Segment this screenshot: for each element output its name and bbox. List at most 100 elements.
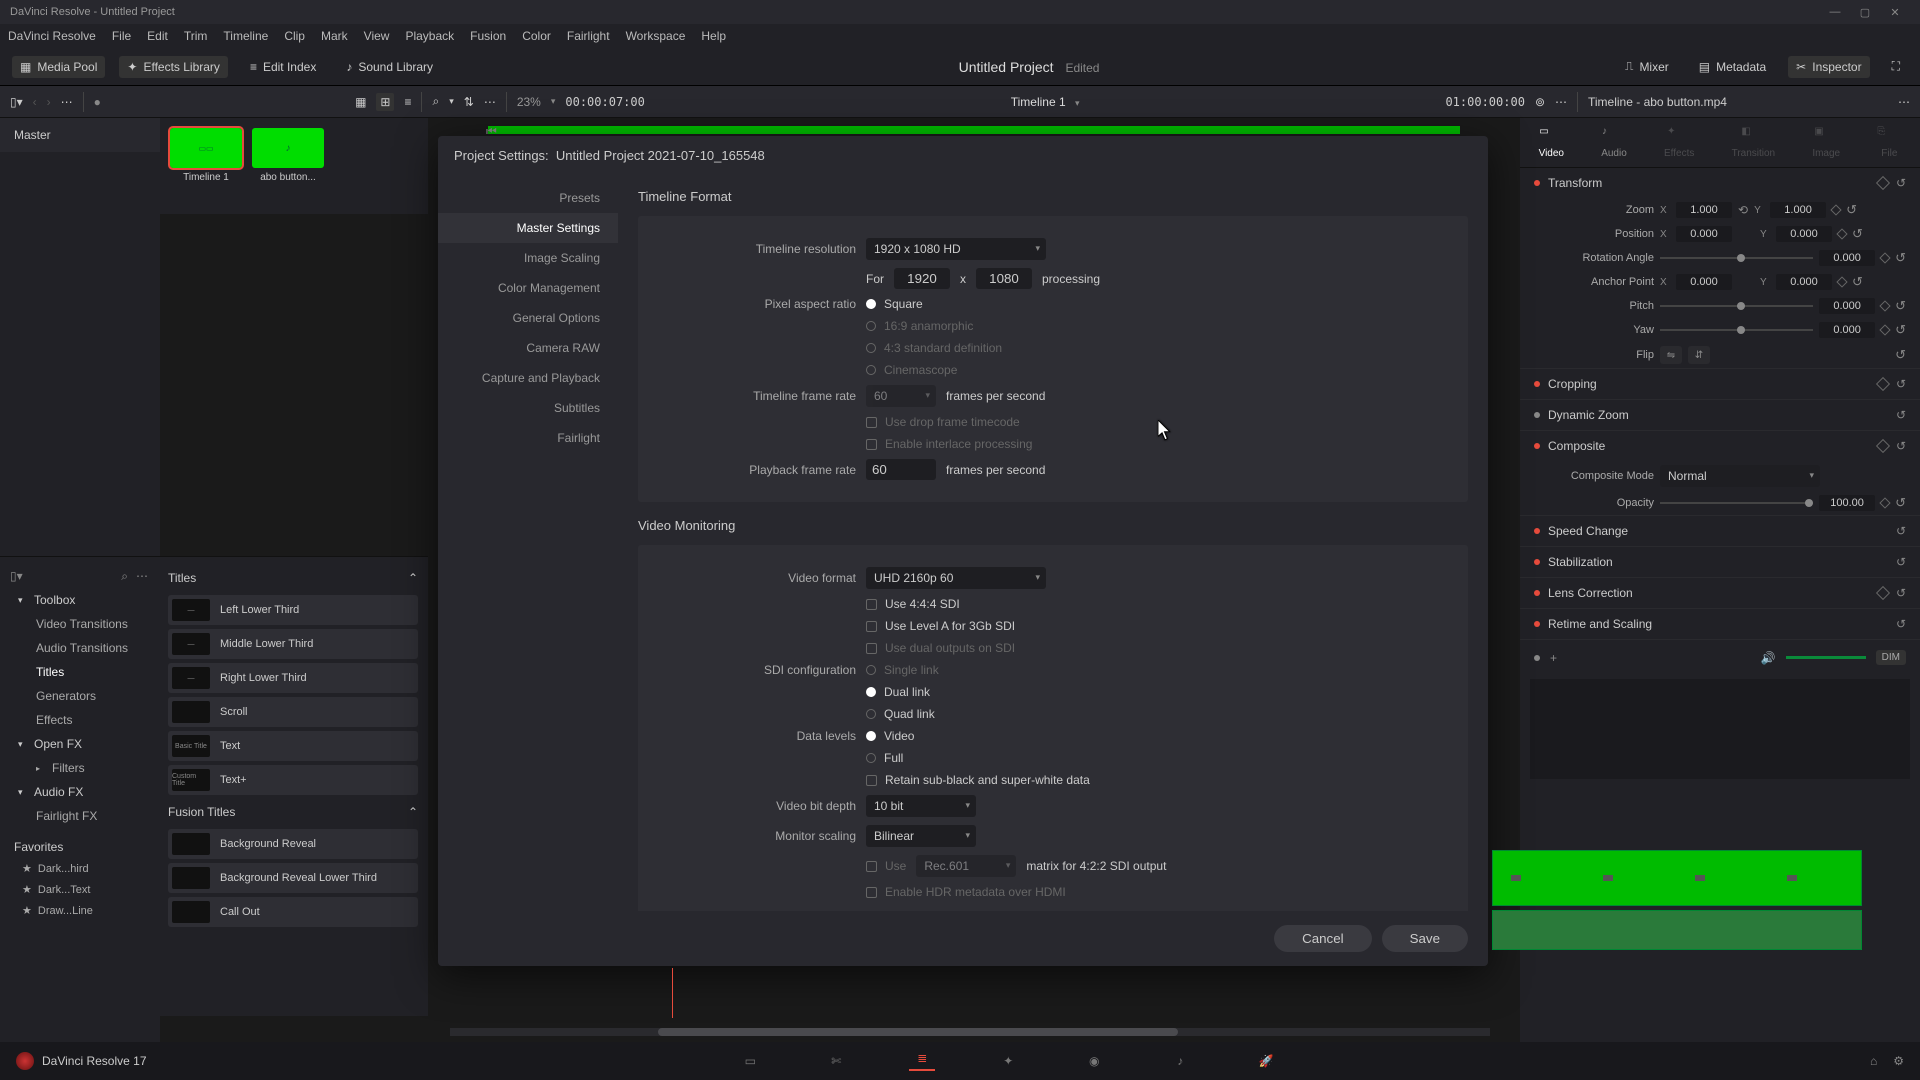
grid-view-icon[interactable]: ⊞ <box>376 93 394 111</box>
reset-icon[interactable]: ↺ <box>1896 439 1906 453</box>
rotation-field[interactable]: 0.000 <box>1819 250 1875 266</box>
reset-icon[interactable]: ↺ <box>1852 274 1863 290</box>
overflow4-icon[interactable]: ⋯ <box>1898 95 1910 109</box>
pitch-slider[interactable] <box>1660 305 1813 307</box>
keyframe-icon[interactable] <box>1876 176 1890 190</box>
keyframe-icon[interactable] <box>1876 377 1890 391</box>
yaw-slider[interactable] <box>1660 329 1813 331</box>
retain-subblack-check[interactable]: Retain sub-black and super-white data <box>866 773 1090 787</box>
reset-icon[interactable]: ↺ <box>1895 298 1906 314</box>
playback-fps-input[interactable] <box>866 459 936 480</box>
flip-v-button[interactable]: ⇵ <box>1688 346 1710 364</box>
nav-image-scaling[interactable]: Image Scaling <box>438 243 618 273</box>
thumbnail-view-icon[interactable]: ▦ <box>355 95 366 109</box>
keyframe-icon[interactable] <box>1830 204 1841 215</box>
overflow3-icon[interactable]: ⋯ <box>1555 95 1567 109</box>
tab-audio[interactable]: ♪Audio <box>1601 126 1627 159</box>
nav-capture-playback[interactable]: Capture and Playback <box>438 363 618 393</box>
zoom-chev-icon[interactable]: ▾ <box>551 96 556 107</box>
home-icon[interactable]: ⌂ <box>1870 1054 1877 1068</box>
fx-item[interactable]: Background Reveal <box>168 829 418 859</box>
fusion-page-icon[interactable]: ✦ <box>995 1051 1021 1071</box>
sort-icon[interactable]: ⇅ <box>464 95 474 109</box>
tab-transition[interactable]: ◧Transition <box>1732 126 1776 159</box>
reset-icon[interactable]: ↺ <box>1896 176 1906 190</box>
clip-thumbnail[interactable]: ♪ abo button... <box>252 128 324 204</box>
nav-subtitles[interactable]: Subtitles <box>438 393 618 423</box>
keyframe-icon[interactable] <box>1836 228 1847 239</box>
nav-color-management[interactable]: Color Management <box>438 273 618 303</box>
sdi-quad-radio[interactable]: Quad link <box>866 707 935 721</box>
cancel-button[interactable]: Cancel <box>1274 925 1372 952</box>
favorite-item[interactable]: ★Draw...Line <box>14 900 144 921</box>
keyframe-icon[interactable] <box>1879 324 1890 335</box>
anchor-x-field[interactable]: 0.000 <box>1676 274 1732 290</box>
toolbox-header[interactable]: ▾Toolbox <box>0 588 158 612</box>
maximize-icon[interactable]: ▢ <box>1850 6 1880 19</box>
menu-color[interactable]: Color <box>522 29 551 43</box>
nav-general-options[interactable]: General Options <box>438 303 618 333</box>
viewer-timeline-bar[interactable] <box>488 126 1460 134</box>
audio-clip[interactable] <box>1492 910 1862 950</box>
color-page-icon[interactable]: ◉ <box>1081 1051 1107 1071</box>
dim-button[interactable]: DIM <box>1876 650 1906 665</box>
speed-change-header[interactable]: Speed Change ↺ <box>1520 516 1920 546</box>
pos-y-field[interactable]: 0.000 <box>1776 226 1832 242</box>
clip-thumbnail[interactable]: ▭▭ Timeline 1 <box>170 128 242 204</box>
fx-view-icon[interactable]: ▯▾ <box>10 569 23 584</box>
menu-edit[interactable]: Edit <box>147 29 168 43</box>
tab-effects[interactable]: ✦Effects <box>1664 126 1694 159</box>
record-icon[interactable]: ● <box>94 95 101 109</box>
mute-dot-icon[interactable] <box>1534 655 1540 661</box>
audiofx-header[interactable]: ▾Audio FX <box>0 780 158 804</box>
fx-item[interactable]: Call Out <box>168 897 418 927</box>
keyframe-icon[interactable] <box>1836 276 1847 287</box>
link-icon[interactable]: ⟲ <box>1738 203 1748 217</box>
search-icon[interactable]: ⌕ <box>432 94 439 109</box>
sync-icon[interactable]: ⊚ <box>1535 95 1545 109</box>
favorite-item[interactable]: ★Dark...Text <box>14 879 144 900</box>
timeline-resolution-select[interactable]: 1920 x 1080 HD▾ <box>866 238 1046 260</box>
zoom-percent[interactable]: 23% <box>517 95 541 109</box>
par-cinema-radio[interactable]: Cinemascope <box>866 363 957 377</box>
pos-x-field[interactable]: 0.000 <box>1676 226 1732 242</box>
reset-icon[interactable]: ↺ <box>1896 408 1906 422</box>
timecode-display[interactable]: 00:00:07:00 <box>565 95 644 109</box>
search-chev-icon[interactable]: ▾ <box>449 96 454 107</box>
opacity-slider[interactable] <box>1660 502 1813 504</box>
zoom-y-field[interactable]: 1.000 <box>1770 202 1826 218</box>
res-height-input[interactable] <box>976 268 1032 289</box>
keyframe-icon[interactable] <box>1876 439 1890 453</box>
fx-search-icon[interactable]: ⌕ <box>121 569 128 584</box>
menu-file[interactable]: File <box>112 29 131 43</box>
fusion-titles-group-header[interactable]: Fusion Titles⌃ <box>168 799 418 825</box>
deliver-page-icon[interactable]: 🚀 <box>1253 1051 1279 1071</box>
transform-header[interactable]: Transform ↺ <box>1520 168 1920 198</box>
reset-icon[interactable]: ↺ <box>1896 617 1906 631</box>
nav-camera-raw[interactable]: Camera RAW <box>438 333 618 363</box>
openfx-header[interactable]: ▾Open FX <box>0 732 158 756</box>
edit-page-icon[interactable]: ≣ <box>909 1051 935 1071</box>
fairlightfx-item[interactable]: Fairlight FX <box>0 804 158 828</box>
video-clip[interactable] <box>1492 850 1862 906</box>
speaker-icon[interactable]: 🔊 <box>1761 651 1776 665</box>
reset-icon[interactable]: ↺ <box>1895 347 1906 363</box>
filters-item[interactable]: ▸ Filters <box>0 756 158 780</box>
media-page-icon[interactable]: ▭ <box>737 1051 763 1071</box>
video-transitions-item[interactable]: Video Transitions <box>0 612 158 636</box>
par-43-radio[interactable]: 4:3 standard definition <box>866 341 1002 355</box>
flip-h-button[interactable]: ⇋ <box>1660 346 1682 364</box>
menu-playback[interactable]: Playback <box>405 29 454 43</box>
fx-item[interactable]: —Left Lower Third <box>168 595 418 625</box>
minimize-icon[interactable]: — <box>1820 6 1850 18</box>
menu-workspace[interactable]: Workspace <box>626 29 686 43</box>
tab-video[interactable]: ▭Video <box>1539 126 1564 159</box>
sound-library-button[interactable]: ♪ Sound Library <box>338 56 441 78</box>
bit-depth-select[interactable]: 10 bit▾ <box>866 795 976 817</box>
fairlight-page-icon[interactable]: ♪ <box>1167 1051 1193 1071</box>
anchor-y-field[interactable]: 0.000 <box>1776 274 1832 290</box>
timeline-ruler[interactable] <box>1530 679 1910 779</box>
save-button[interactable]: Save <box>1382 925 1468 952</box>
zoom-x-field[interactable]: 1.000 <box>1676 202 1732 218</box>
menu-app[interactable]: DaVinci Resolve <box>8 29 96 43</box>
